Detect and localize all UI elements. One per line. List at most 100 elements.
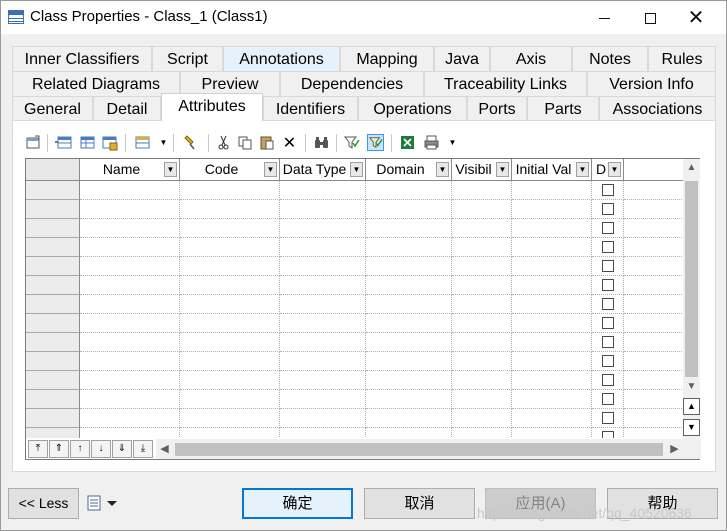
- tab-notes[interactable]: Notes: [572, 46, 648, 71]
- customize-columns-icon[interactable]: [367, 134, 384, 151]
- table-cell[interactable]: [592, 352, 624, 371]
- table-cell[interactable]: [452, 352, 512, 371]
- table-cell[interactable]: [280, 314, 366, 333]
- row-header[interactable]: [26, 390, 80, 409]
- chevron-down-icon[interactable]: ▼: [350, 162, 363, 177]
- tab-rules[interactable]: Rules: [648, 46, 716, 71]
- chevron-down-icon[interactable]: ▼: [496, 162, 509, 177]
- table-cell[interactable]: [366, 238, 452, 257]
- table-cell[interactable]: [452, 333, 512, 352]
- table-cell[interactable]: [366, 371, 452, 390]
- move-top-icon[interactable]: ⤒: [28, 440, 48, 458]
- tab-script[interactable]: Script: [152, 46, 223, 71]
- less-button[interactable]: << Less: [8, 488, 79, 519]
- column-header-name[interactable]: Name ▼: [80, 159, 180, 181]
- tab-mapping[interactable]: Mapping: [340, 46, 434, 71]
- scroll-top-icon[interactable]: ▲: [683, 398, 700, 415]
- find-icon[interactable]: [313, 134, 330, 151]
- horizontal-scrollbar[interactable]: ◀ ▶: [156, 439, 684, 459]
- scroll-up-icon[interactable]: ▲: [683, 159, 700, 176]
- table-cell[interactable]: [80, 181, 180, 200]
- row-header[interactable]: [26, 333, 80, 352]
- delete-icon[interactable]: ✕: [281, 134, 298, 151]
- table-cell[interactable]: [180, 219, 280, 238]
- table-cell[interactable]: [512, 276, 592, 295]
- tab-parts[interactable]: Parts: [527, 96, 599, 121]
- tab-java[interactable]: Java: [434, 46, 490, 71]
- table-cell[interactable]: [366, 219, 452, 238]
- checkbox[interactable]: [602, 184, 614, 196]
- table-cell[interactable]: [452, 390, 512, 409]
- column-header-data-type[interactable]: Data Type ▼: [280, 159, 366, 181]
- table-cell[interactable]: [80, 314, 180, 333]
- checkbox[interactable]: [602, 317, 614, 329]
- checkbox[interactable]: [602, 279, 614, 291]
- table-cell[interactable]: [512, 409, 592, 428]
- table-cell[interactable]: [180, 200, 280, 219]
- table-cell[interactable]: [180, 409, 280, 428]
- table-cell[interactable]: [592, 257, 624, 276]
- row-header[interactable]: [26, 371, 80, 390]
- table-row[interactable]: [26, 352, 684, 371]
- checkbox[interactable]: [602, 431, 614, 438]
- tab-annotations[interactable]: Annotations: [223, 46, 340, 71]
- copy-icon[interactable]: [236, 134, 253, 151]
- row-header[interactable]: [26, 314, 80, 333]
- table-cell[interactable]: [180, 295, 280, 314]
- table-row[interactable]: [26, 295, 684, 314]
- table-cell[interactable]: [592, 409, 624, 428]
- table-cell[interactable]: [592, 371, 624, 390]
- table-cell[interactable]: [80, 219, 180, 238]
- row-header[interactable]: [26, 352, 80, 371]
- table-cell[interactable]: [180, 352, 280, 371]
- table-cell[interactable]: [592, 276, 624, 295]
- table-cell[interactable]: [280, 295, 366, 314]
- print-icon[interactable]: [423, 134, 440, 151]
- move-down-icon[interactable]: ↓: [91, 440, 111, 458]
- table-cell[interactable]: [366, 257, 452, 276]
- tab-ports[interactable]: Ports: [467, 96, 527, 121]
- table-cell[interactable]: [452, 428, 512, 438]
- maximize-button[interactable]: [627, 1, 673, 34]
- table-cell[interactable]: [280, 333, 366, 352]
- table-cell[interactable]: [180, 257, 280, 276]
- tab-version-info[interactable]: Version Info: [587, 71, 716, 96]
- table-cell[interactable]: [80, 295, 180, 314]
- table-cell[interactable]: [512, 181, 592, 200]
- row-header[interactable]: [26, 276, 80, 295]
- table-cell[interactable]: [80, 276, 180, 295]
- checkbox[interactable]: [602, 336, 614, 348]
- column-header-code[interactable]: Code ▼: [180, 159, 280, 181]
- insert-row-icon[interactable]: [78, 134, 95, 151]
- table-cell[interactable]: [452, 257, 512, 276]
- table-cell[interactable]: [180, 181, 280, 200]
- add-row-icon[interactable]: [55, 134, 72, 151]
- row-header[interactable]: [26, 295, 80, 314]
- table-cell[interactable]: [280, 200, 366, 219]
- table-cell[interactable]: [452, 181, 512, 200]
- column-header-domain[interactable]: Domain ▼: [366, 159, 452, 181]
- table-cell[interactable]: [280, 257, 366, 276]
- checkbox[interactable]: [602, 260, 614, 272]
- table-row[interactable]: [26, 428, 684, 438]
- minimize-button[interactable]: [581, 1, 627, 34]
- table-row[interactable]: [26, 409, 684, 428]
- scroll-right-icon[interactable]: ▶: [666, 439, 683, 459]
- move-up-page-icon[interactable]: ⇑: [49, 440, 69, 458]
- table-cell[interactable]: [366, 276, 452, 295]
- table-cell[interactable]: [452, 409, 512, 428]
- table-cell[interactable]: [280, 219, 366, 238]
- table-cell[interactable]: [180, 238, 280, 257]
- table-cell[interactable]: [180, 276, 280, 295]
- row-header[interactable]: [26, 428, 80, 438]
- table-cell[interactable]: [80, 200, 180, 219]
- chevron-down-icon[interactable]: ▼: [436, 162, 449, 177]
- checkbox[interactable]: [602, 393, 614, 405]
- tab-attributes[interactable]: Attributes: [161, 93, 263, 121]
- table-cell[interactable]: [512, 371, 592, 390]
- table-cell[interactable]: [80, 333, 180, 352]
- chevron-down-icon[interactable]: ▼: [159, 134, 168, 151]
- table-cell[interactable]: [280, 181, 366, 200]
- cancel-button[interactable]: 取消: [364, 488, 475, 519]
- row-header[interactable]: [26, 181, 80, 200]
